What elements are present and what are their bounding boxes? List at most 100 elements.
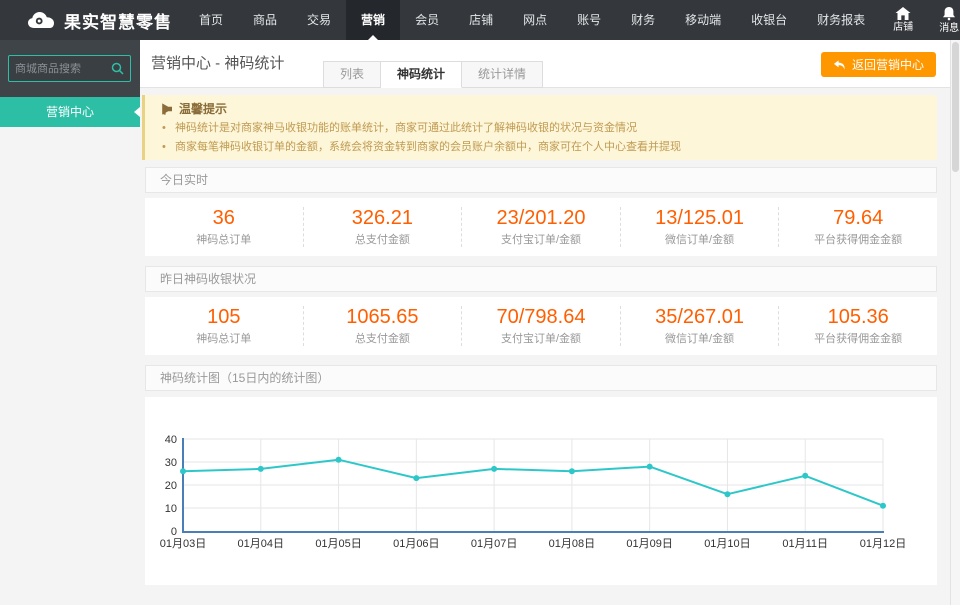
stat-value: 326.21 — [351, 207, 413, 229]
data-point — [413, 475, 420, 482]
svg-text:20: 20 — [165, 480, 177, 492]
svg-text:01月06日: 01月06日 — [393, 538, 439, 550]
section-header-yesterday: 昨日神码收银状况 — [145, 266, 937, 292]
sidebar — [0, 40, 140, 97]
back-to-marketing-button[interactable]: 返回营销中心 — [820, 52, 936, 77]
app-logo[interactable]: 果实智慧零售 — [0, 8, 184, 33]
search-input[interactable] — [15, 62, 111, 75]
quick-action-label: 店铺 — [893, 22, 914, 33]
svg-text:10: 10 — [165, 503, 177, 515]
message-bell-icon — [926, 6, 960, 21]
sidebar-search-box — [8, 55, 131, 82]
stat-item: 70/798.64 支付宝订单/金额 — [461, 306, 620, 346]
stat-item: 326.21 总支付金额 — [302, 207, 462, 247]
stat-label: 支付宝订单/金额 — [500, 333, 582, 345]
notice-box: 温馨提示 神码统计是对商家神马收银功能的账单统计，商家可通过此统计了解神码收银的… — [142, 95, 937, 160]
stat-label: 支付宝订单/金额 — [500, 234, 582, 246]
svg-text:01月04日: 01月04日 — [238, 538, 284, 550]
quick-action-消息[interactable]: 消息 — [926, 6, 960, 34]
breadcrumb: 营销中心 - 神码统计 — [151, 55, 285, 72]
stat-label: 微信订单/金额 — [665, 333, 735, 345]
stat-item: 13/125.01 微信订单/金额 — [619, 207, 779, 247]
quick-action-店铺[interactable]: 店铺 — [880, 7, 926, 33]
sidebar-item-marketing-center[interactable]: 营销中心 — [0, 97, 140, 127]
svg-text:0: 0 — [171, 526, 177, 538]
nav-item[interactable]: 营销 — [346, 0, 401, 40]
notice-title: 温馨提示 — [179, 102, 228, 116]
stat-value: 13/125.01 — [655, 207, 745, 229]
scrollbar-thumb[interactable] — [952, 42, 959, 172]
tab-列表[interactable]: 列表 — [323, 61, 382, 88]
svg-text:01月08日: 01月08日 — [549, 538, 595, 550]
stat-value: 105.36 — [827, 306, 889, 328]
page-header: 营销中心 - 神码统计 列表 神码统计 统计详情 返回营销中心 — [140, 40, 950, 88]
section-header-chart: 神码统计图（15日内的统计图） — [145, 365, 937, 391]
data-point — [880, 502, 886, 509]
nav-item[interactable]: 网点 — [508, 0, 562, 40]
stat-value: 1065.65 — [346, 306, 419, 328]
stat-value: 70/798.64 — [496, 306, 586, 328]
notice-list: 神码统计是对商家神马收银功能的账单统计，商家可通过此统计了解神码收银的状况与资金… — [159, 121, 923, 154]
svg-text:01月03日: 01月03日 — [160, 538, 206, 550]
page-scrollbar[interactable] — [950, 40, 960, 605]
svg-text:01月09日: 01月09日 — [626, 538, 672, 550]
section-header-today: 今日实时 — [145, 167, 937, 193]
data-point — [646, 463, 653, 470]
sidebar-item-label: 营销中心 — [45, 105, 94, 119]
notice-item: 神码统计是对商家神马收银功能的账单统计，商家可通过此统计了解神码收银的状况与资金… — [159, 121, 923, 135]
stat-label: 总支付金额 — [354, 333, 410, 345]
stat-label: 神码总订单 — [196, 333, 252, 345]
top-navbar: 果实智慧零售 首页 商品 交易 营销 会员 店铺 网点 账号 财务 移动端 收银台 财务报表 店铺 消息… — [0, 0, 960, 40]
stat-label: 平台获得佣金金额 — [814, 234, 903, 246]
stat-label: 微信订单/金额 — [665, 234, 735, 246]
stat-value: 23/201.20 — [496, 207, 586, 229]
nav-item[interactable]: 财务 — [616, 0, 670, 40]
shop-home-icon — [880, 7, 926, 20]
stat-label: 平台获得佣金金额 — [814, 333, 903, 345]
stat-item: 1065.65 总支付金额 — [302, 306, 462, 346]
nav-item[interactable]: 移动端 — [670, 0, 736, 40]
line-chart: 0 10 20 30 40 01月03日 01月04日 01月05日 01月06日 01月07日 0… — [160, 434, 906, 550]
data-point — [180, 468, 186, 475]
nav-item[interactable]: 收银台 — [736, 0, 802, 40]
stat-item: 35/267.01 微信订单/金额 — [619, 306, 779, 346]
tab-神码统计[interactable]: 神码统计 — [381, 61, 463, 88]
stat-item: 105.36 平台获得佣金金额 — [778, 306, 937, 346]
nav-menu: 首页 商品 交易 营销 会员 店铺 网点 账号 财务 移动端 收银台 财务报表 — [184, 0, 880, 40]
tab-统计详情[interactable]: 统计详情 — [462, 61, 544, 88]
stat-value: 35/267.01 — [655, 306, 745, 328]
stats-card-today: 36 神码总订单 326.21 总支付金额 23/201.20 支付宝订单/金额 13/12… — [145, 198, 937, 256]
megaphone-icon — [159, 103, 173, 115]
svg-text:40: 40 — [165, 434, 177, 446]
cloud-logo-icon — [26, 10, 56, 30]
nav-item[interactable]: 财务报表 — [802, 0, 880, 40]
nav-item[interactable]: 首页 — [184, 0, 238, 40]
navbar-quick-actions: 店铺消息清缓存 — [880, 5, 960, 36]
stat-value: 79.64 — [833, 207, 884, 229]
data-point — [802, 472, 809, 479]
nav-item[interactable]: 会员 — [400, 0, 454, 40]
nav-item[interactable]: 交易 — [292, 0, 346, 40]
main-content: 温馨提示 神码统计是对商家神马收银功能的账单统计，商家可通过此统计了解神码收银的… — [140, 88, 950, 585]
stats-card-yesterday: 105 神码总订单 1065.65 总支付金额 70/798.64 支付宝订单/金额 35/… — [145, 297, 937, 355]
data-point — [257, 465, 264, 472]
nav-item[interactable]: 店铺 — [454, 0, 508, 40]
svg-text:01月10日: 01月10日 — [704, 538, 750, 550]
svg-text:30: 30 — [165, 457, 177, 469]
data-point — [335, 456, 342, 463]
nav-item[interactable]: 账号 — [562, 0, 616, 40]
notice-item: 商家每笔神码收银订单的金额，系统会将资金转到商家的会员账户余额中，商家可在个人中… — [159, 140, 923, 154]
notice-title-row: 温馨提示 — [159, 102, 923, 116]
chart-card: 0 10 20 30 40 01月03日 01月04日 01月05日 01月06日 01月07日 0… — [145, 397, 937, 585]
svg-text:01月05日: 01月05日 — [315, 538, 361, 550]
search-icon[interactable] — [111, 62, 124, 75]
nav-item[interactable]: 商品 — [238, 0, 292, 40]
stat-label: 神码总订单 — [196, 234, 252, 246]
tab-bar: 列表 神码统计 统计详情 — [323, 61, 544, 88]
svg-text:01月07日: 01月07日 — [471, 538, 517, 550]
back-arrow-icon — [833, 59, 846, 71]
back-button-label: 返回营销中心 — [851, 58, 924, 72]
stat-value: 36 — [212, 207, 235, 229]
stat-item: 105 神码总订单 — [145, 306, 303, 346]
stat-value: 105 — [207, 306, 241, 328]
